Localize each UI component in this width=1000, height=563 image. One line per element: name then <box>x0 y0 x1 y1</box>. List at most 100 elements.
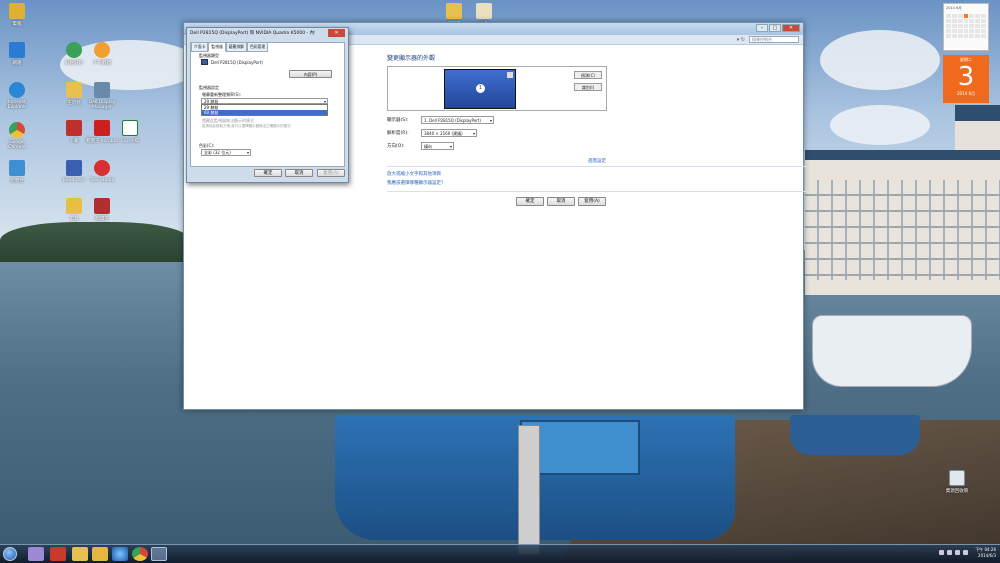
clock-date: 2014/6/3 <box>978 553 996 558</box>
monitor-preview: 1 偵測(C) 識別(I) <box>387 66 607 111</box>
desktop-icon-recycle-bin[interactable]: 資源回收筒 <box>940 470 974 494</box>
orientation-label: 方向(O): <box>387 144 405 149</box>
date-gadget[interactable]: 星期二 3 2014 6月 <box>943 55 989 103</box>
start-button[interactable] <box>3 547 17 561</box>
desktop-icon-player[interactable]: 千千靜聽 <box>85 42 119 66</box>
cloud <box>820 30 940 90</box>
control-panel-taskbar-icon[interactable] <box>151 547 167 561</box>
colors-select[interactable]: 全彩 (32 位元) <box>201 149 251 156</box>
download-icon <box>66 120 82 136</box>
dialog-ok-button[interactable]: 確定 <box>254 169 282 177</box>
dialog-title: Dell P2815Q (DisplayPort) 和 NVIDIA Quadr… <box>190 31 315 36</box>
desktop-icon-control-panel[interactable]: 控制台 <box>0 160 34 184</box>
divider <box>387 166 807 167</box>
explorer-icon[interactable] <box>72 547 88 561</box>
cloud <box>830 105 930 145</box>
internet-explorer-icon <box>9 82 25 98</box>
apply-button[interactable]: 套用(A) <box>578 197 606 206</box>
acrobat-taskbar-icon[interactable] <box>50 547 66 561</box>
monitor-number: 1 <box>476 84 485 93</box>
system-tray <box>939 550 968 555</box>
acrobat-icon <box>94 120 110 136</box>
orientation-select[interactable]: 橫向 <box>421 142 454 150</box>
chrome-taskbar-icon[interactable] <box>132 547 148 561</box>
tray-clock[interactable]: 下午 04:26 2014/6/3 <box>975 547 996 559</box>
control-panel-icon <box>9 160 25 176</box>
display-select[interactable]: 1. Dell P2815Q (DisplayPort) <box>421 116 494 124</box>
display-manager-icon <box>94 82 110 98</box>
tray-volume-icon[interactable] <box>963 550 968 555</box>
monitor-settings-label: 監視器設定 <box>199 85 219 90</box>
tab-monitor[interactable]: 監視器 <box>208 42 226 52</box>
recycle-bin-icon <box>949 470 965 486</box>
translate-icon <box>94 198 110 214</box>
dialog-cancel-button[interactable]: 取消 <box>285 169 313 177</box>
bandicam-icon <box>66 160 82 176</box>
tab-adapter[interactable]: 介面卡 <box>191 42 209 52</box>
desktop-icon-translate[interactable]: 翻譯王 <box>85 198 119 222</box>
refresh-option-selected[interactable]: 60 赫茲 <box>202 110 327 115</box>
folder-icon <box>66 82 82 98</box>
chrome-icon <box>9 122 25 138</box>
monitor-icon <box>201 59 208 65</box>
resolution-label: 解析度(R): <box>387 131 409 136</box>
internet-explorer-taskbar-icon[interactable] <box>112 547 128 561</box>
maximize-button[interactable]: □ <box>769 24 781 32</box>
harbor-building <box>805 150 1000 295</box>
desktop-icon-dell-display[interactable]: Dell Display Manager <box>85 82 119 110</box>
ok-button[interactable]: 確定 <box>516 197 544 206</box>
tools-icon <box>66 198 82 214</box>
tab-color-management[interactable]: 色彩管理 <box>246 42 269 52</box>
text-size-link[interactable]: 放大或縮小文字和其他項目 <box>387 171 441 177</box>
computer-icon <box>9 3 25 19</box>
refresh-rate-dropdown: 29 赫茲 60 赫茲 <box>201 104 328 116</box>
document-icon <box>476 3 492 19</box>
desktop-icon-computer[interactable]: 電腦 <box>0 3 34 27</box>
help-link[interactable]: 我應該選擇哪種顯示器設定? <box>387 180 443 186</box>
media-player-icon[interactable] <box>28 547 44 561</box>
calendar-grid <box>946 14 986 38</box>
monitor-corner-marker <box>507 72 513 78</box>
dialog-close-button[interactable]: ✕ <box>328 29 345 37</box>
white-yacht <box>812 315 972 387</box>
calendar-gadget[interactable]: 2014 6月 <box>943 3 989 51</box>
tab-troubleshoot[interactable]: 疑難排解 <box>225 42 247 52</box>
search-input[interactable]: 搜尋控制台 <box>749 36 799 43</box>
spreadsheet-icon <box>122 120 138 136</box>
network-icon <box>9 42 25 58</box>
music-player-icon <box>94 42 110 58</box>
divider <box>387 191 807 192</box>
date-year-month: 2014 6月 <box>957 91 975 96</box>
desktop-icon-excel[interactable]: Excel 檔 <box>113 120 147 144</box>
desktop-icon-ie[interactable]: Internet Explorer <box>0 82 34 110</box>
folder-icon <box>446 3 462 19</box>
cancel-button[interactable]: 取消 <box>547 197 575 206</box>
desktop-icon-network[interactable]: 網路 <box>0 42 34 66</box>
properties-button[interactable]: 內容(P) <box>289 70 332 78</box>
refresh-icon[interactable]: ▾ ↻ <box>737 37 745 43</box>
small-boat <box>790 415 920 455</box>
monitor-1-tile[interactable]: 1 <box>444 69 516 109</box>
desktop-icon-chrome[interactable]: Google Chrome <box>0 122 34 150</box>
detect-button[interactable]: 偵測(C) <box>574 71 602 79</box>
date-day: 3 <box>957 62 975 92</box>
close-button[interactable]: ✕ <box>782 24 800 32</box>
tray-arrow-icon[interactable] <box>939 550 944 555</box>
monitor-properties-dialog: Dell P2815Q (DisplayPort) 和 NVIDIA Quadr… <box>186 27 349 183</box>
identify-button[interactable]: 識別(I) <box>574 83 602 91</box>
dialog-apply-button[interactable]: 套用(A) <box>317 169 345 177</box>
folder-taskbar-icon[interactable] <box>92 547 108 561</box>
app-icon <box>66 42 82 58</box>
minimize-button[interactable]: – <box>756 24 768 32</box>
resolution-select[interactable]: 3840 × 2160 (建議) <box>421 129 477 137</box>
page-title: 變更顯示器的外觀 <box>387 55 436 62</box>
display-label: 顯示器(S): <box>387 118 409 123</box>
taskbar: 下午 04:26 2014/6/3 <box>0 544 1000 563</box>
tray-flag-icon[interactable] <box>947 550 952 555</box>
desktop-icon-tobi[interactable]: Tobi Studio <box>85 160 119 183</box>
monitor-name: Dell P2815Q (DisplayPort) <box>211 60 263 65</box>
tray-network-icon[interactable] <box>955 550 960 555</box>
dialog-tabs: 介面卡 監視器 疑難排解 色彩管理 <box>191 42 269 52</box>
advanced-settings-link[interactable]: 進階設定 <box>588 158 606 164</box>
hide-modes-hint: 若清除此核取方塊,將可以選擇顯示器無法正確顯示的模式 <box>202 124 291 128</box>
